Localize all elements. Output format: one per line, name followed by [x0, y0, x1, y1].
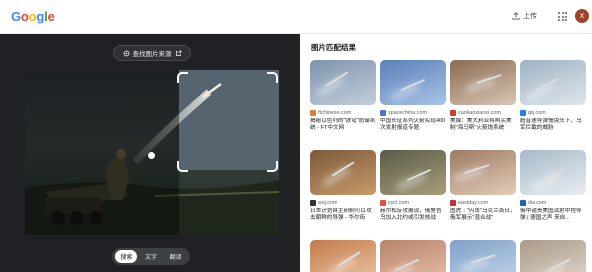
mode-translate-tab[interactable]: 翻译	[165, 250, 187, 263]
missile-shape	[547, 258, 571, 272]
missile-shape	[464, 164, 490, 174]
logo-letter: G	[11, 9, 21, 24]
source-domain: spacechina.com	[388, 109, 427, 116]
result-thumbnail[interactable]	[450, 60, 516, 105]
upload-label: 上传	[523, 13, 537, 20]
site-favicon-icon	[450, 109, 456, 116]
missile-shape	[325, 71, 349, 87]
result-card[interactable]	[380, 240, 446, 272]
source-domain: qq.com	[528, 109, 546, 116]
missile-shape	[470, 254, 496, 264]
source-domain: eastday.com	[458, 199, 489, 206]
site-favicon-icon	[380, 199, 386, 206]
result-thumbnail[interactable]	[450, 240, 516, 272]
missile-shape	[400, 78, 426, 92]
upload-button[interactable]: 上传	[512, 11, 537, 21]
missile-shape	[406, 168, 432, 182]
result-thumbnail[interactable]	[310, 150, 376, 195]
selection-dim-overlay	[25, 70, 179, 235]
site-favicon-icon	[450, 199, 456, 206]
missile-shape	[476, 74, 502, 84]
result-source: cankaoxiaoxi.com	[450, 109, 516, 116]
logo-letter: g	[36, 9, 45, 24]
logo-letter: o	[20, 9, 29, 24]
missile-shape	[535, 78, 559, 92]
result-source: ftchinese.com	[310, 109, 376, 116]
result-card[interactable]: qq.com 超音速导弹慢镜头下，乌军拦截的威胁	[520, 60, 586, 133]
missile-shape	[337, 251, 361, 267]
result-card[interactable]: dw.com 俄中谴责美国试射中程导弹 | 德国之声 来自...	[520, 150, 586, 223]
result-card[interactable]: spacechina.com 中国长征系列火箭实现400次发射报道专题	[380, 60, 446, 133]
image-viewer: 查找图片来源 搜索 文字 翻译	[0, 34, 300, 272]
source-domain: ftchinese.com	[318, 109, 352, 116]
result-source: qq.com	[520, 109, 586, 116]
result-card[interactable]	[520, 240, 586, 272]
result-thumbnail[interactable]	[520, 240, 586, 272]
result-title-link[interactable]: 美媒：美大利亚将购买美制"海马斯"火箭炮系统	[450, 118, 516, 133]
find-image-source-button[interactable]: 查找图片来源	[113, 45, 191, 61]
source-domain: cycl.com	[388, 199, 409, 206]
crop-handle-bottom-right[interactable]	[267, 161, 278, 172]
mode-search-tab[interactable]: 搜索	[115, 250, 138, 263]
result-card[interactable]: cankaoxiaoxi.com 美媒：美大利亚将购买美制"海马斯"火箭炮系统	[450, 60, 516, 133]
results-title: 图片匹配结果	[311, 43, 356, 52]
result-card[interactable]: eastday.com 图虎｜"闪击"乌克兰首日，俄军展示"混合战"	[450, 150, 516, 223]
site-favicon-icon	[520, 109, 526, 116]
apps-grid-icon[interactable]	[558, 12, 567, 21]
crop-handle-top-left[interactable]	[177, 72, 188, 83]
results-panel: 图片匹配结果 ftchinese.com 揭秘以色列的"铁穹"防御系统 - FT中…	[300, 34, 592, 272]
result-thumbnail[interactable]	[520, 60, 586, 105]
result-card[interactable]	[310, 240, 376, 272]
result-source: cycl.com	[380, 199, 446, 206]
result-card[interactable]: cycl.com 赫尔松反攻展现，俄警告乌加入北约或引发核战	[380, 150, 446, 223]
site-favicon-icon	[310, 199, 316, 206]
result-title-link[interactable]: 赫尔松反攻展现，俄警告乌加入北约或引发核战	[380, 208, 446, 223]
result-thumbnail[interactable]	[380, 60, 446, 105]
result-card[interactable]: wsj.com 日本计划自主研制可以攻击朝鲜的导弹 - 华尔街	[310, 150, 376, 223]
mode-switcher: 搜索 文字 翻译	[112, 248, 190, 265]
source-domain: wsj.com	[318, 199, 338, 206]
site-favicon-icon	[310, 109, 316, 116]
result-thumbnail[interactable]	[380, 240, 446, 272]
crop-handle-bottom-left[interactable]	[177, 161, 188, 172]
avatar[interactable]: X	[575, 9, 589, 23]
source-domain: cankaoxiaoxi.com	[458, 109, 501, 116]
result-card[interactable]: ftchinese.com 揭秘以色列的"铁穹"防御系统 - FT中文网	[310, 60, 376, 133]
missile-shape	[394, 258, 420, 272]
result-thumbnail[interactable]	[380, 150, 446, 195]
result-thumbnail[interactable]	[310, 60, 376, 105]
result-title-link[interactable]: 图虎｜"闪击"乌克兰首日，俄军展示"混合战"	[450, 208, 516, 223]
missile-shape	[541, 168, 565, 182]
logo-letter: e	[47, 9, 55, 24]
top-bar: Google 上传 X	[0, 0, 592, 34]
result-title-link[interactable]: 俄中谴责美国试射中程导弹 | 德国之声 来自...	[520, 208, 586, 223]
upload-icon	[512, 12, 520, 20]
result-title-link[interactable]: 超音速导弹慢镜头下，乌军拦截的威胁	[520, 118, 586, 133]
open-external-icon	[175, 50, 181, 56]
result-title-link[interactable]: 日本计划自主研制可以攻击朝鲜的导弹 - 华尔街	[310, 208, 376, 223]
find-image-source-label: 查找图片来源	[132, 51, 172, 58]
result-thumbnail[interactable]	[310, 240, 376, 272]
result-source: wsj.com	[310, 199, 376, 206]
crop-handle-top-right[interactable]	[267, 72, 278, 83]
crop-selection-box[interactable]	[177, 72, 278, 172]
site-favicon-icon	[380, 109, 386, 116]
result-card[interactable]	[450, 240, 516, 272]
result-source: spacechina.com	[380, 109, 446, 116]
mode-text-tab[interactable]: 文字	[140, 250, 162, 263]
object-dot-marker[interactable]	[148, 152, 155, 159]
result-thumbnail[interactable]	[450, 150, 516, 195]
site-favicon-icon	[520, 199, 526, 206]
result-source: dw.com	[520, 199, 586, 206]
google-logo[interactable]: Google	[11, 9, 55, 24]
result-thumbnail[interactable]	[520, 150, 586, 195]
result-title-link[interactable]: 中国长征系列火箭实现400次发射报道专题	[380, 118, 446, 133]
result-title-link[interactable]: 揭秘以色列的"铁穹"防御系统 - FT中文网	[310, 118, 376, 133]
result-source: eastday.com	[450, 199, 516, 206]
lens-icon	[123, 50, 129, 56]
source-domain: dw.com	[528, 199, 547, 206]
missile-shape	[331, 161, 355, 177]
logo-letter: o	[28, 9, 37, 24]
